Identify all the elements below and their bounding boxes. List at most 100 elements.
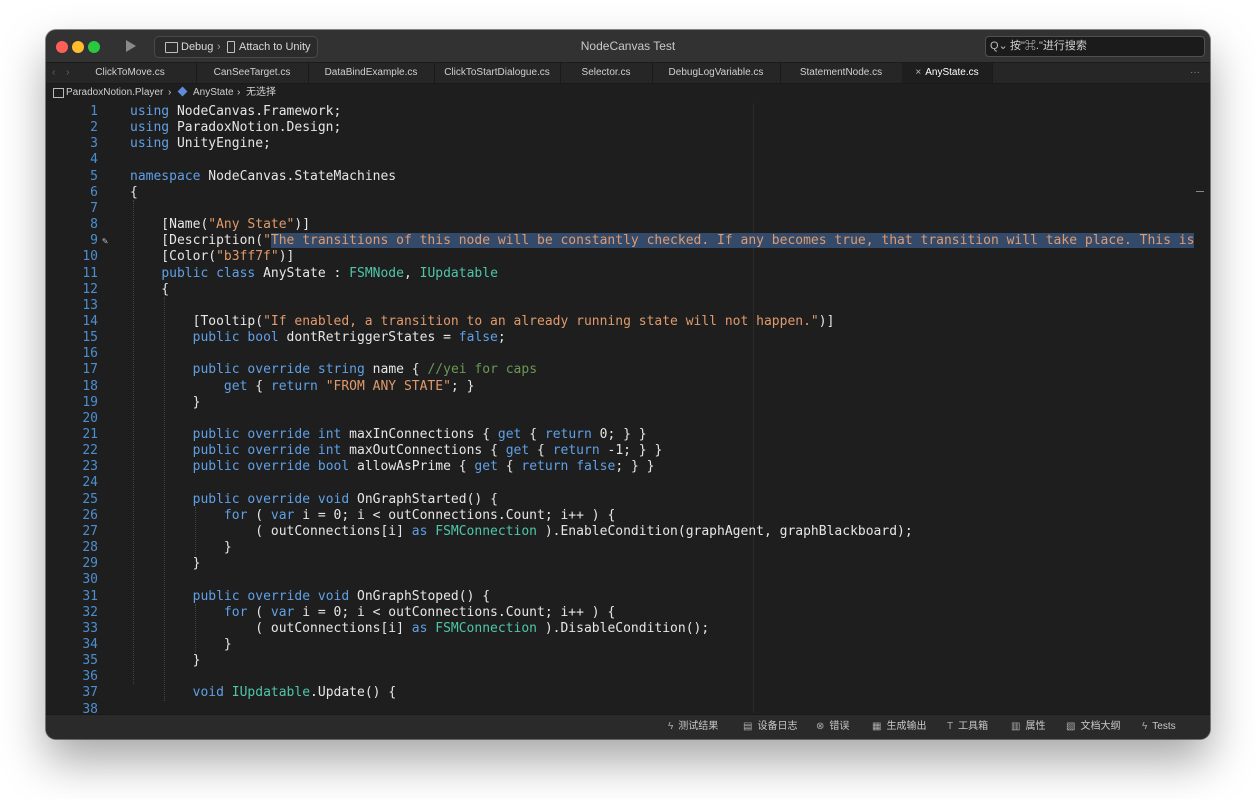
code-line[interactable]: 30: [46, 572, 1196, 588]
line-number[interactable]: 20: [46, 411, 98, 427]
line-number[interactable]: 29: [46, 556, 98, 572]
code-editor[interactable]: 1using NodeCanvas.Framework;2using Parad…: [46, 103, 1210, 713]
tab-statementnode[interactable]: StatementNode.cs: [780, 63, 903, 83]
pad-outline-button[interactable]: ▧文档大纲: [1066, 715, 1120, 739]
code-line[interactable]: 24: [46, 475, 1196, 491]
tab-selector[interactable]: Selector.cs: [560, 63, 653, 83]
line-number[interactable]: 38: [46, 702, 98, 713]
line-number[interactable]: 6: [46, 185, 98, 201]
tab-databindexample[interactable]: DataBindExample.cs: [308, 63, 435, 83]
pad-error-button[interactable]: ⊗错误: [816, 715, 849, 739]
code-line[interactable]: 28 }: [46, 540, 1196, 556]
code-line[interactable]: 36: [46, 669, 1196, 685]
line-number[interactable]: 34: [46, 637, 98, 653]
line-number[interactable]: 22: [46, 443, 98, 459]
line-number[interactable]: 27: [46, 524, 98, 540]
line-number[interactable]: 4: [46, 152, 98, 168]
code-line[interactable]: 33 ( outConnections[i] as FSMConnection …: [46, 621, 1196, 637]
line-number[interactable]: 8: [46, 217, 98, 233]
line-number[interactable]: 16: [46, 346, 98, 362]
tab-debuglogvariable[interactable]: DebugLogVariable.cs: [652, 63, 781, 83]
code-line[interactable]: 19 }: [46, 395, 1196, 411]
line-number[interactable]: 17: [46, 362, 98, 378]
line-number[interactable]: 1: [46, 104, 98, 120]
code-line[interactable]: 16: [46, 346, 1196, 362]
line-number[interactable]: 12: [46, 282, 98, 298]
line-number[interactable]: 14: [46, 314, 98, 330]
tab-clicktostartdialogue[interactable]: ClickToStartDialogue.cs: [434, 63, 561, 83]
code-line[interactable]: 22 public override int maxOutConnections…: [46, 443, 1196, 459]
line-number[interactable]: 25: [46, 492, 98, 508]
code-line[interactable]: 23 public override bool allowAsPrime { g…: [46, 459, 1196, 475]
tab-anystate[interactable]: ×AnyState.cs: [902, 63, 993, 83]
line-number[interactable]: 30: [46, 572, 98, 588]
tab-canseetarget[interactable]: CanSeeTarget.cs: [196, 63, 309, 83]
line-number[interactable]: 23: [46, 459, 98, 475]
line-number[interactable]: 7: [46, 201, 98, 217]
tab-clicktomove[interactable]: ClickToMove.cs: [64, 63, 197, 83]
code-line[interactable]: 27 ( outConnections[i] as FSMConnection …: [46, 524, 1196, 540]
code-line[interactable]: 20: [46, 411, 1196, 427]
breadcrumb-project[interactable]: ParadoxNotion.Player: [66, 84, 163, 102]
code-line[interactable]: 26 for ( var i = 0; i < outConnections.C…: [46, 508, 1196, 524]
line-number[interactable]: 5: [46, 169, 98, 185]
pad-toolbox-button[interactable]: T工具箱: [947, 715, 988, 739]
code-line[interactable]: 34 }: [46, 637, 1196, 653]
line-number[interactable]: 33: [46, 621, 98, 637]
line-number[interactable]: 9: [46, 233, 98, 249]
line-number[interactable]: 35: [46, 653, 98, 669]
code-line[interactable]: 12 {: [46, 282, 1196, 298]
code-line[interactable]: 10 [Color("b3ff7f")]: [46, 249, 1196, 265]
pad-properties-button[interactable]: ▥属性: [1011, 715, 1045, 739]
line-number[interactable]: 28: [46, 540, 98, 556]
code-line[interactable]: 31 public override void OnGraphStoped() …: [46, 589, 1196, 605]
code-line[interactable]: 7: [46, 201, 1196, 217]
line-number[interactable]: 32: [46, 605, 98, 621]
pad-log-button[interactable]: ▤设备日志: [743, 715, 797, 739]
code-line[interactable]: 32 for ( var i = 0; i < outConnections.C…: [46, 605, 1196, 621]
pad-output-button[interactable]: ▦生成输出: [872, 715, 926, 739]
code-line[interactable]: 37 void IUpdatable.Update() {: [46, 685, 1196, 701]
code-line[interactable]: 29 }: [46, 556, 1196, 572]
code-line[interactable]: 5namespace NodeCanvas.StateMachines: [46, 169, 1196, 185]
code-line[interactable]: 35 }: [46, 653, 1196, 669]
line-number[interactable]: 21: [46, 427, 98, 443]
pad-bolt-button[interactable]: ϟ测试结果: [668, 715, 718, 739]
code-line[interactable]: 14 [Tooltip("If enabled, a transition to…: [46, 314, 1196, 330]
code-line[interactable]: 18 get { return "FROM ANY STATE"; }: [46, 379, 1196, 395]
code-line[interactable]: 6{: [46, 185, 1196, 201]
line-number[interactable]: 15: [46, 330, 98, 346]
line-number[interactable]: 37: [46, 685, 98, 701]
line-number[interactable]: 31: [46, 589, 98, 605]
pad-bolt-button[interactable]: ϟTests: [1142, 715, 1176, 739]
more-tabs-icon[interactable]: ···: [1190, 63, 1200, 83]
code-line[interactable]: 3using UnityEngine;: [46, 136, 1196, 152]
breadcrumb-class[interactable]: AnyState: [193, 84, 234, 102]
line-number[interactable]: 19: [46, 395, 98, 411]
code-line[interactable]: 2using ParadoxNotion.Design;: [46, 120, 1196, 136]
line-number[interactable]: 11: [46, 266, 98, 282]
breadcrumb-member[interactable]: 无选择: [246, 84, 276, 102]
line-number[interactable]: 10: [46, 249, 98, 265]
search-input[interactable]: Q⌄ 按"⌘."进行搜索: [985, 36, 1205, 57]
close-tab-icon[interactable]: ×: [915, 67, 921, 78]
code-line[interactable]: 38: [46, 702, 1196, 713]
line-number[interactable]: 18: [46, 379, 98, 395]
code-line[interactable]: 15 public bool dontRetriggerStates = fal…: [46, 330, 1196, 346]
line-number[interactable]: 26: [46, 508, 98, 524]
line-number[interactable]: 36: [46, 669, 98, 685]
code-line[interactable]: 21 public override int maxInConnections …: [46, 427, 1196, 443]
code-line[interactable]: 1using NodeCanvas.Framework;: [46, 104, 1196, 120]
code-line[interactable]: 13: [46, 298, 1196, 314]
code-line[interactable]: 8 [Name("Any State")]: [46, 217, 1196, 233]
code-line[interactable]: 17 public override string name { //yei f…: [46, 362, 1196, 378]
line-number[interactable]: 13: [46, 298, 98, 314]
code-line[interactable]: 4: [46, 152, 1196, 168]
line-number[interactable]: 3: [46, 136, 98, 152]
code-line[interactable]: 25 public override void OnGraphStarted()…: [46, 492, 1196, 508]
scrollbar-marker[interactable]: [1196, 191, 1204, 192]
code-line[interactable]: 11 public class AnyState : FSMNode, IUpd…: [46, 266, 1196, 282]
code-line[interactable]: 9✎ [Description("The transitions of this…: [46, 233, 1196, 249]
line-number[interactable]: 2: [46, 120, 98, 136]
line-number[interactable]: 24: [46, 475, 98, 491]
